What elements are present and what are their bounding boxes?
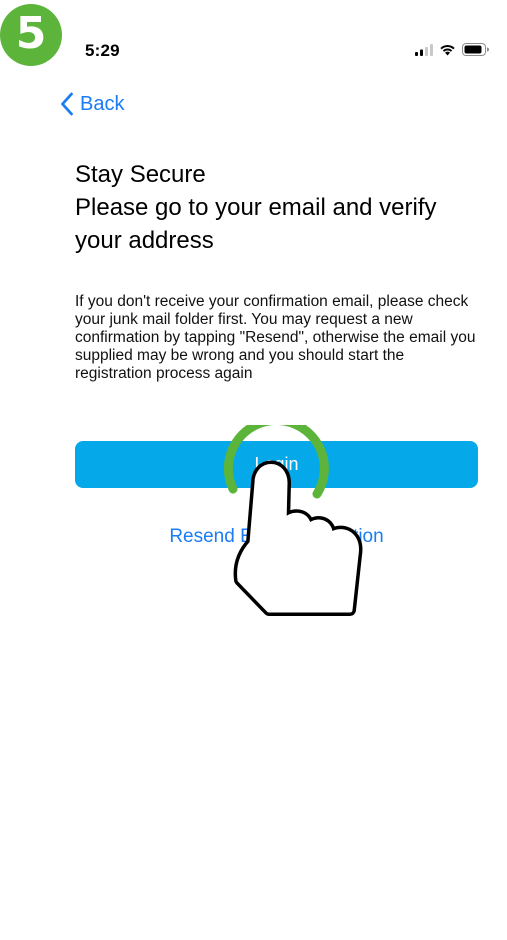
confirmation-instructions: If you don't receive your confirmation e… [75, 293, 476, 382]
back-button[interactable]: Back [60, 92, 124, 116]
heading-line-2: Please go to your email and verify [75, 194, 437, 221]
status-icons [415, 43, 489, 56]
page-heading: Stay Secure Please go to your email and … [75, 158, 485, 257]
status-bar: 5:29 [0, 0, 507, 80]
battery-icon [462, 43, 489, 56]
heading-line-1: Stay Secure [75, 161, 206, 188]
login-button-label: Login [254, 454, 299, 474]
wifi-icon [440, 45, 455, 56]
heading-line-3: your address [75, 227, 214, 254]
back-label: Back [80, 92, 125, 115]
cellular-signal-icon [415, 43, 433, 56]
login-button[interactable]: Login [75, 441, 478, 488]
status-time: 5:29 [85, 41, 120, 60]
chevron-left-icon [61, 92, 73, 116]
resend-email-verification-link[interactable]: Resend Email verification [75, 526, 478, 548]
